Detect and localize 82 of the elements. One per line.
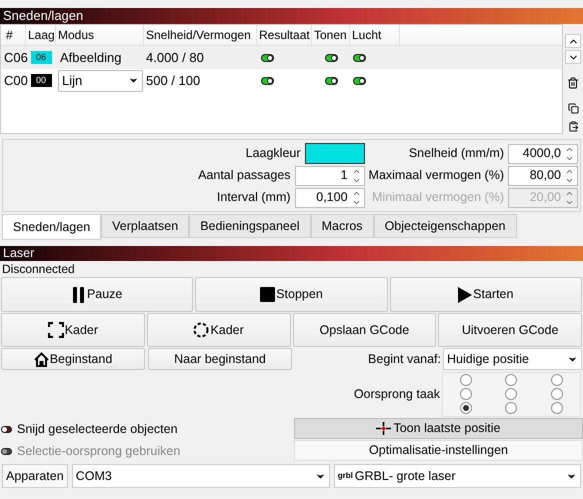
optimization-button[interactable]: Optimalisatie-instellingen: [294, 440, 583, 461]
radio-button[interactable]: [505, 374, 518, 386]
radio-button[interactable]: [551, 388, 564, 400]
device-name: GRBL- grote laser: [354, 468, 456, 485]
color-swatch[interactable]: [304, 143, 365, 164]
column-header[interactable]: Lucht: [350, 25, 400, 45]
move-down-button[interactable]: [565, 50, 581, 64]
start-button[interactable]: Starten: [390, 277, 582, 312]
field-label: Minimaal vermogen (%): [372, 189, 504, 206]
column-header[interactable]: #: [1, 25, 26, 45]
radio-button[interactable]: [460, 402, 472, 414]
panel-title: Laser: [3, 245, 34, 262]
play-icon: [458, 286, 472, 302]
column-header[interactable]: Laag: [26, 25, 56, 45]
start-from-dropdown[interactable]: Huidige positie: [443, 348, 582, 370]
devices-button[interactable]: Apparaten: [2, 464, 68, 488]
radio-button[interactable]: [460, 388, 472, 400]
layer-badge: 06: [30, 51, 52, 64]
move-up-button[interactable]: [565, 34, 581, 48]
tab[interactable]: Objecteigenschappen: [374, 214, 516, 238]
spin-value: 0,100: [315, 189, 349, 206]
field-label: Oorsprong taak: [354, 386, 440, 403]
dashed-circle-icon: [193, 322, 210, 338]
table-cell-text: 4.000 / 80: [145, 48, 205, 67]
tab[interactable]: Bedieningspaneel: [189, 214, 311, 238]
stop-button[interactable]: Stoppen: [195, 277, 388, 312]
crosshair-icon: [376, 422, 392, 435]
layer-badge: 00: [30, 74, 52, 87]
column-header[interactable]: Resultaat: [257, 25, 312, 45]
table-cell-text: Afbeelding: [59, 50, 122, 65]
tab[interactable]: Verplaatsen: [101, 214, 190, 238]
switch[interactable]: [1, 426, 12, 432]
table-cell-text: 500 / 100: [145, 72, 202, 90]
column-header[interactable]: Modus: [56, 25, 144, 45]
radio-button[interactable]: [505, 402, 518, 414]
radio-button[interactable]: [551, 402, 564, 414]
pause-icon: [72, 286, 86, 302]
frame-square-button[interactable]: Kader: [1, 313, 145, 347]
trash-icon: [567, 77, 579, 89]
frame-circle-button[interactable]: Kader: [146, 313, 290, 347]
tab[interactable]: Macros: [310, 214, 374, 238]
field-label: Laagkleur: [246, 145, 301, 162]
spin-field[interactable]: 0,100: [294, 188, 365, 208]
radio-button[interactable]: [505, 388, 518, 400]
spin-field[interactable]: 1: [294, 166, 365, 186]
copy-icon: [568, 102, 578, 114]
field-label: Snelheid (mm/m): [408, 145, 504, 162]
mode-dropdown[interactable]: Lijn: [58, 70, 143, 92]
spin-value: 80,00: [528, 167, 562, 184]
paste-icon: [568, 120, 578, 132]
home-icon: [34, 352, 49, 366]
table-cell-text: C06: [3, 48, 26, 67]
panel-title: Sneden/lagen: [3, 7, 84, 26]
radio-button[interactable]: [460, 374, 472, 386]
field-label: Interval (mm): [216, 189, 291, 206]
field-label: Maximaal vermogen (%): [368, 167, 504, 184]
column-header[interactable]: Tonen: [312, 25, 350, 45]
radio-button[interactable]: [551, 374, 564, 386]
stop-icon: [260, 287, 276, 302]
home-button[interactable]: Beginstand: [1, 348, 145, 370]
spin-value: 4000,0: [522, 145, 562, 162]
show-last-position-button[interactable]: Toon laatste positie: [294, 418, 583, 439]
spin-field[interactable]: 80,00: [508, 166, 578, 186]
tab[interactable]: Sneden/lagen: [2, 214, 102, 240]
switch-label: Selectie-oorsprong gebruiken: [17, 442, 180, 460]
field-label: Begint vanaf:: [368, 350, 441, 368]
action-button[interactable]: Opslaan GCode: [292, 313, 436, 347]
column-header[interactable]: Snelheid/Vermogen: [144, 25, 257, 45]
field-label: Aantal passages: [198, 167, 291, 184]
switch-label: Snijd geselecteerde objecten: [17, 420, 178, 438]
spin-value: 20,00: [528, 189, 562, 206]
port-dropdown[interactable]: COM3: [72, 464, 330, 488]
spin-value: 1: [340, 167, 349, 184]
spin-field[interactable]: 4000,0: [508, 144, 578, 164]
connection-status: Disconnected: [1, 261, 76, 277]
action-button[interactable]: Naar beginstand: [148, 348, 292, 370]
device-logo: grbl: [338, 472, 353, 480]
layer-row[interactable]: C06 06 Afbeelding 4.000 / 80: [1, 46, 562, 69]
table-cell-text: C00: [3, 72, 26, 90]
device-dropdown[interactable]: grbl GRBL- grote laser: [334, 464, 581, 488]
action-button[interactable]: Uitvoeren GCode: [438, 313, 582, 347]
pause-button[interactable]: Pauze: [1, 277, 194, 312]
